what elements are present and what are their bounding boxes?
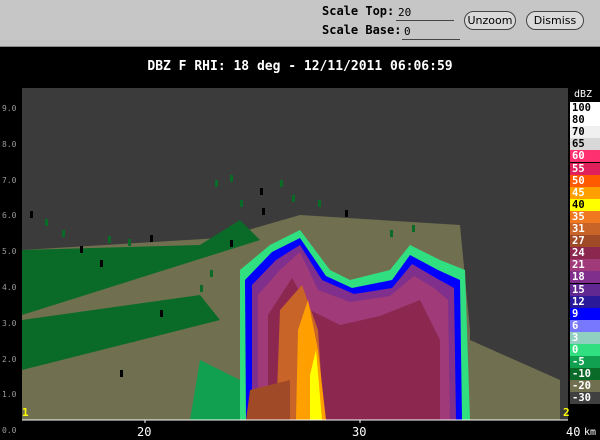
echo-cell [215, 180, 218, 187]
echo-cell [120, 370, 123, 377]
plot-title: DBZ F RHI: 18 deg - 12/11/2011 06:06:59 [147, 59, 453, 74]
scale-swatch: 15 [570, 283, 600, 296]
scale-unit-label: dBZ [574, 89, 593, 100]
echo-cell [150, 235, 153, 242]
echo-cell [390, 230, 393, 237]
scale-swatch: 31 [570, 223, 600, 235]
echo-cell [60, 340, 63, 347]
corner-marker-left: 1 [22, 406, 29, 419]
y-tick-label: 6.0 [2, 211, 17, 221]
y-tick-label: 7.0 [2, 175, 17, 185]
x-tick-label: 20 [137, 425, 152, 439]
echo-cell [230, 240, 233, 247]
unzoom-button[interactable]: Unzoom [464, 11, 516, 30]
echo-cell [45, 219, 48, 226]
y-tick-label: 9.0 [2, 104, 17, 113]
echo-cell [30, 211, 33, 218]
scale-base-input[interactable] [402, 23, 460, 40]
echo-cell [230, 175, 233, 182]
scale-swatch: 18 [570, 271, 600, 284]
scale-swatch: 12 [570, 295, 600, 308]
scale-swatch: 80 [570, 114, 600, 127]
echo-cell [190, 320, 193, 327]
scale-swatch: 6 [570, 319, 600, 332]
scale-swatch: 65 [570, 138, 600, 151]
echo-cell [210, 270, 213, 277]
scale-swatch: 0 [570, 344, 600, 356]
y-tick-label: 5.0 [2, 247, 17, 257]
echo-cell [260, 188, 263, 195]
echo-cell [412, 225, 415, 232]
scale-swatch: 60 [570, 150, 600, 163]
y-tick-label: 1.0 [2, 390, 17, 400]
scale-swatch: 24 [570, 247, 600, 260]
scale-top-label: Scale Top: [322, 4, 395, 18]
echo-cell [90, 330, 93, 337]
scale-swatch: -10 [570, 368, 600, 381]
y-tick-label: 2.0 [2, 354, 17, 364]
toolbar: Scale Top: Scale Base: Unzoom Dismiss [0, 0, 600, 47]
echo-cell [160, 310, 163, 317]
corner-marker-right: 2 [563, 406, 570, 419]
radar-rhi-plot[interactable] [0, 80, 600, 440]
x-tick-label: 30 [352, 425, 367, 439]
echo-cell [100, 260, 103, 267]
x-tick-label: 40 [566, 425, 581, 439]
echo-cell [80, 246, 83, 253]
echo-cell [262, 208, 265, 215]
scale-swatch: 27 [570, 235, 600, 248]
scale-swatch: 40 [570, 198, 600, 211]
scale-swatch: 9 [570, 307, 600, 320]
echo-cell [108, 236, 111, 243]
scale-swatch: 100 [570, 102, 600, 114]
x-unit-label: km [584, 427, 597, 438]
scale-swatch: 3 [570, 331, 600, 344]
scale-swatch: 70 [570, 126, 600, 139]
echo-cell [292, 195, 295, 202]
echo-cell [200, 285, 203, 292]
echo-cell [280, 180, 283, 187]
scale-swatch: -20 [570, 380, 600, 393]
scale-swatch: 35 [570, 210, 600, 223]
scale-swatch: 55 [570, 162, 600, 175]
scale-swatch: -5 [570, 356, 600, 369]
scale-swatch: -30 [570, 392, 600, 405]
echo-cell [240, 200, 243, 207]
y-tick-label: 3.0 [2, 318, 17, 328]
scale-top-input[interactable] [396, 4, 454, 21]
scale-swatch: 45 [570, 186, 600, 199]
echo-cell [318, 200, 321, 207]
echo-cell [128, 239, 131, 246]
scale-base-label: Scale Base: [322, 23, 402, 37]
echo-cell [62, 230, 65, 237]
dismiss-button[interactable]: Dismiss [526, 11, 584, 30]
echo-cell [345, 210, 348, 217]
scale-swatch: 21 [570, 259, 600, 272]
y-tick-label: 4.0 [2, 283, 17, 292]
scale-swatch: 50 [570, 174, 600, 187]
echo-cell [132, 335, 135, 342]
y-tick-label: 0.0 [2, 426, 17, 436]
y-tick-label: 8.0 [2, 139, 17, 149]
